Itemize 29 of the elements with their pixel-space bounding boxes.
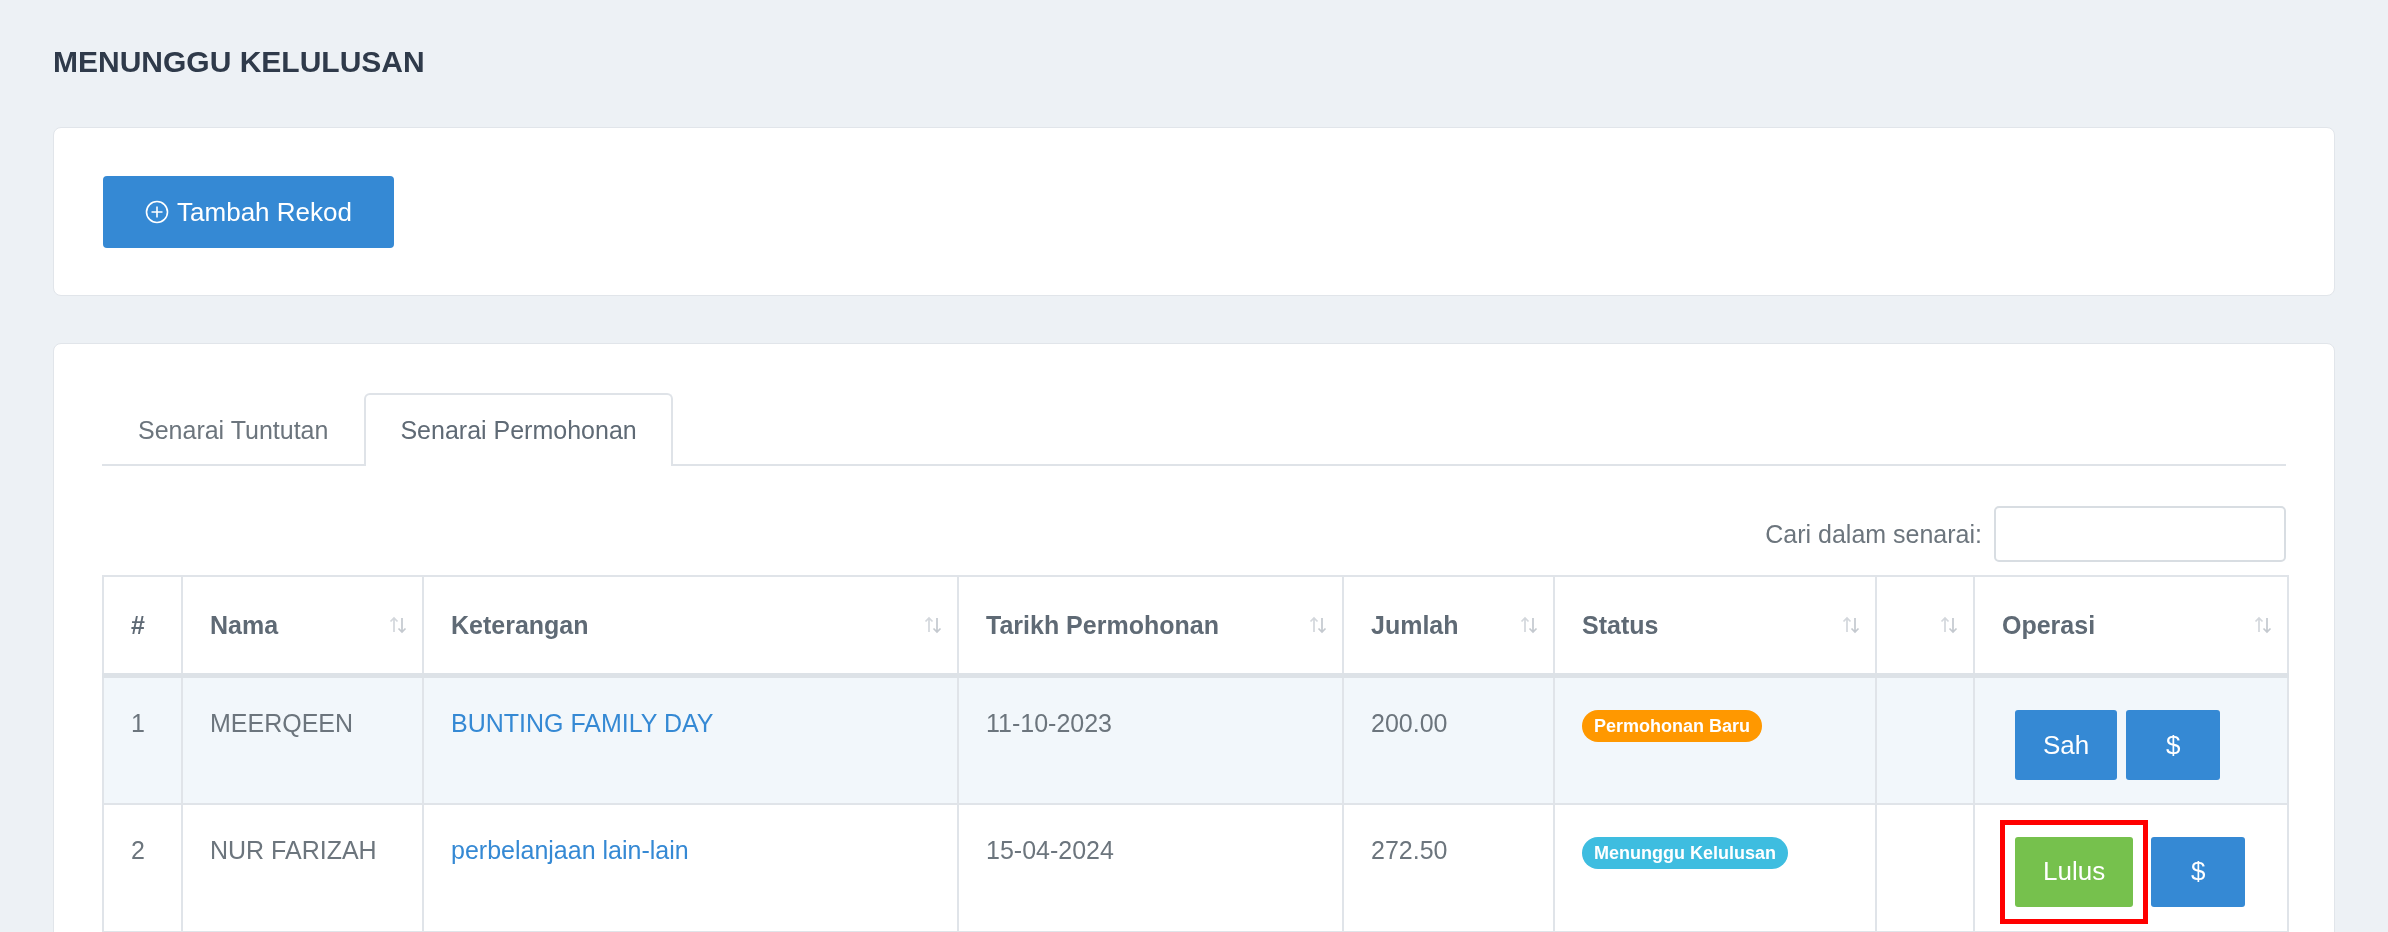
table-cell: 272.50 [1343,803,1554,932]
sort-icon [1939,615,1959,635]
table-cell: 15-04-2024 [958,803,1343,932]
action-button[interactable]: $ [2151,836,2246,907]
table-cell: 2 [103,803,182,932]
status-badge: Menunggu Kelulusan [1582,836,1788,869]
search-label: Cari dalam senarai: [1765,519,1982,549]
description-link[interactable]: perbelanjaan lain-lain [451,835,689,864]
page-title: MENUNGGU KELULUSAN [53,44,426,79]
table-cell: 11-10-2023 [958,675,1343,804]
sort-icon [2253,615,2273,635]
search-field[interactable] [1994,506,2286,562]
tab[interactable]: Senarai Permohonan [364,393,673,466]
sort-icon [1308,615,1328,635]
action-button[interactable]: $ [2126,710,2221,780]
tab[interactable]: Senarai Tuntutan [102,393,365,466]
table-cell: 200.00 [1343,675,1554,804]
sort-icon [388,615,408,635]
action-button[interactable]: Sah [2015,710,2118,780]
plus-circle-icon [145,200,170,224]
sort-icon [923,615,943,635]
table-cell: NUR FARIZAH [182,803,423,932]
sort-icon [1519,615,1539,635]
add-record-button[interactable]: Tambah Rekod [103,176,394,248]
description-link[interactable]: BUNTING FAMILY DAY [451,709,714,737]
table-cell: 1 [103,675,182,804]
table-cell: MEERQEEN [182,675,423,804]
status-badge: Permohonan Baru [1582,710,1763,742]
sort-icon [1841,615,1861,635]
